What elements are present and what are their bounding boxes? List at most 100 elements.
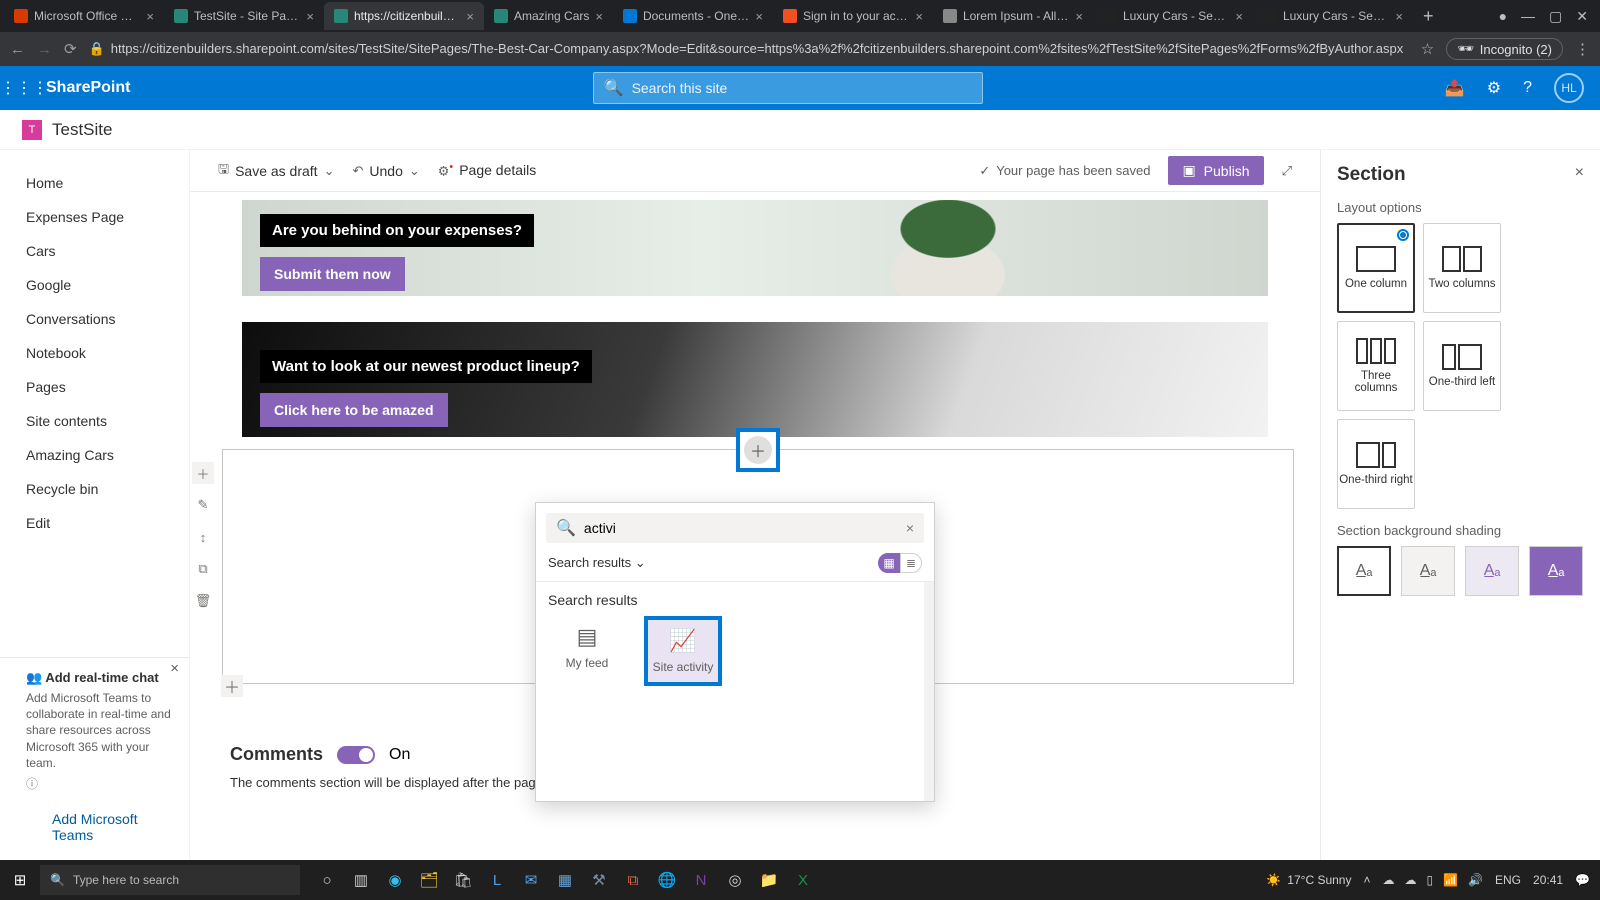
webpart-tile-my-feed[interactable]: ▤ My feed (548, 616, 626, 686)
product-brand[interactable]: SharePoint (44, 79, 130, 97)
expand-icon[interactable]: ⤢ (1282, 163, 1292, 179)
layout-one-third-right[interactable]: One-third right (1337, 419, 1415, 509)
view-toggle[interactable]: ▦ ≣ (878, 553, 922, 573)
new-tab-button[interactable]: + (1413, 6, 1444, 27)
taskbar-edge[interactable]: ◉ (380, 865, 410, 895)
incognito-badge[interactable]: 🕶Incognito (2) (1446, 38, 1563, 60)
grid-view-icon[interactable]: ▦ (878, 553, 900, 573)
add-webpart-button[interactable]: ＋ (736, 428, 780, 472)
nav-edit[interactable]: Edit (0, 506, 189, 540)
close-icon[interactable]: × (1575, 164, 1584, 182)
close-icon[interactable]: × (170, 660, 179, 677)
layout-two-columns[interactable]: Two columns (1423, 223, 1501, 313)
taskbar-mail[interactable]: ✉ (516, 865, 546, 895)
shade-strong[interactable]: A̲ₐ (1529, 546, 1583, 596)
taskbar-excel[interactable]: X (788, 865, 818, 895)
nav-notebook[interactable]: Notebook (0, 336, 189, 370)
task-view-icon[interactable]: ○ (312, 865, 342, 895)
browser-tab[interactable]: Lorem Ipsum - All the× (933, 2, 1093, 30)
maximize-icon[interactable]: ▢ (1549, 8, 1562, 25)
browser-tab-active[interactable]: https://citizenbuilders× (324, 2, 484, 30)
nav-home[interactable]: Home (0, 166, 189, 200)
clock[interactable]: 20:41 (1533, 873, 1563, 887)
shade-neutral[interactable]: A̲ₐ (1401, 546, 1455, 596)
forward-icon[interactable]: → (37, 41, 52, 58)
taskbar-app[interactable]: 📁 (754, 865, 784, 895)
undo-button[interactable]: ↶Undo⌄ (352, 163, 419, 179)
browser-tab[interactable]: Luxury Cars - Sedans,× (1253, 2, 1413, 30)
onedrive-icon[interactable]: ☁ (1382, 873, 1394, 887)
volume-icon[interactable]: 🔊 (1468, 873, 1483, 887)
site-name[interactable]: TestSite (52, 120, 112, 140)
back-icon[interactable]: ← (10, 41, 25, 58)
scrollbar[interactable] (924, 582, 934, 801)
browser-tab[interactable]: Amazing Cars× (484, 2, 613, 30)
taskbar-app[interactable]: ⚒ (584, 865, 614, 895)
close-icon[interactable]: × (466, 9, 474, 24)
close-icon[interactable]: × (306, 9, 314, 24)
taskbar-store[interactable]: 🛍 (448, 865, 478, 895)
shade-none[interactable]: A̲ₐ (1337, 546, 1391, 596)
wifi-icon[interactable]: 📶 (1443, 873, 1458, 887)
start-button[interactable]: ⊞ (0, 871, 40, 889)
taskbar-app[interactable]: ▥ (346, 865, 376, 895)
hero-expenses[interactable]: Are you behind on your expenses? Submit … (242, 200, 1268, 296)
layout-one-third-left[interactable]: One-third left (1423, 321, 1501, 411)
nav-recycle-bin[interactable]: Recycle bin (0, 472, 189, 506)
save-draft-button[interactable]: 🖫Save as draft⌄ (218, 160, 334, 182)
notifications-icon[interactable]: 💬 (1575, 873, 1590, 887)
reload-icon[interactable]: ⟳ (64, 40, 77, 58)
close-icon[interactable]: × (595, 9, 603, 24)
taskbar-app[interactable]: ▦ (550, 865, 580, 895)
account-icon[interactable]: ● (1499, 8, 1507, 24)
webpart-tile-site-activity[interactable]: 📈 Site activity (644, 616, 722, 686)
teams-promo-link[interactable]: Add Microsoft Teams (26, 802, 173, 852)
copy-section-icon[interactable]: ⧉ (192, 558, 214, 580)
hero-cta-button[interactable]: Submit them now (260, 257, 405, 291)
language-indicator[interactable]: ENG (1495, 873, 1521, 887)
layout-one-column[interactable]: One column (1337, 223, 1415, 313)
app-launcher-icon[interactable]: ⋮⋮⋮ (0, 78, 44, 98)
add-section-icon[interactable]: ＋ (192, 462, 214, 484)
nav-pages[interactable]: Pages (0, 370, 189, 404)
hero-products[interactable]: Want to look at our newest product lineu… (242, 322, 1268, 437)
settings-icon[interactable]: ⚙ (1487, 78, 1501, 98)
url-field[interactable]: 🔒https://citizenbuilders.sharepoint.com/… (89, 41, 1409, 57)
nav-expenses[interactable]: Expenses Page (0, 200, 189, 234)
nav-cars[interactable]: Cars (0, 234, 189, 268)
battery-icon[interactable]: ▯ (1426, 873, 1433, 887)
taskbar-app[interactable]: ⧉ (618, 865, 648, 895)
taskbar-app[interactable]: L (482, 865, 512, 895)
webpart-filter-dropdown[interactable]: Search results ⌄ (548, 555, 646, 571)
shade-soft[interactable]: A̲ₐ (1465, 546, 1519, 596)
nav-google[interactable]: Google (0, 268, 189, 302)
weather-widget[interactable]: ☀️17°C Sunny (1266, 873, 1351, 887)
taskbar-obs[interactable]: ◎ (720, 865, 750, 895)
clear-icon[interactable]: × (906, 520, 914, 536)
close-icon[interactable]: × (1395, 9, 1403, 24)
bookmark-icon[interactable]: ☆ (1421, 40, 1434, 58)
taskbar-explorer[interactable]: 🗂 (414, 865, 444, 895)
list-view-icon[interactable]: ≣ (900, 553, 922, 573)
taskbar-search[interactable]: 🔍Type here to search (40, 865, 300, 895)
comments-toggle[interactable] (337, 746, 375, 764)
site-search-input[interactable] (632, 80, 972, 96)
browser-tab[interactable]: Microsoft Office Home× (4, 2, 164, 30)
browser-tab[interactable]: Luxury Cars - Sedans,× (1093, 2, 1253, 30)
site-search[interactable]: 🔍 (593, 72, 983, 104)
webpart-search-input[interactable] (584, 520, 898, 536)
user-avatar[interactable]: HL (1554, 73, 1584, 103)
edit-section-icon[interactable]: ✎ (192, 494, 214, 516)
close-icon[interactable]: × (755, 9, 763, 24)
browser-tab[interactable]: TestSite - Site Pages -× (164, 2, 324, 30)
add-section-below-icon[interactable]: ＋ (221, 675, 243, 697)
chevron-down-icon[interactable]: ⌄ (324, 163, 335, 179)
nav-amazing-cars[interactable]: Amazing Cars (0, 438, 189, 472)
minimize-icon[interactable]: ― (1521, 8, 1535, 24)
close-icon[interactable]: × (146, 9, 154, 24)
browser-tab[interactable]: Documents - OneDri× (613, 2, 773, 30)
chevron-up-icon[interactable]: ˄ (1363, 873, 1370, 887)
close-icon[interactable]: × (915, 9, 923, 24)
help-icon[interactable]: ? (1523, 79, 1532, 97)
chevron-down-icon[interactable]: ⌄ (409, 163, 420, 179)
